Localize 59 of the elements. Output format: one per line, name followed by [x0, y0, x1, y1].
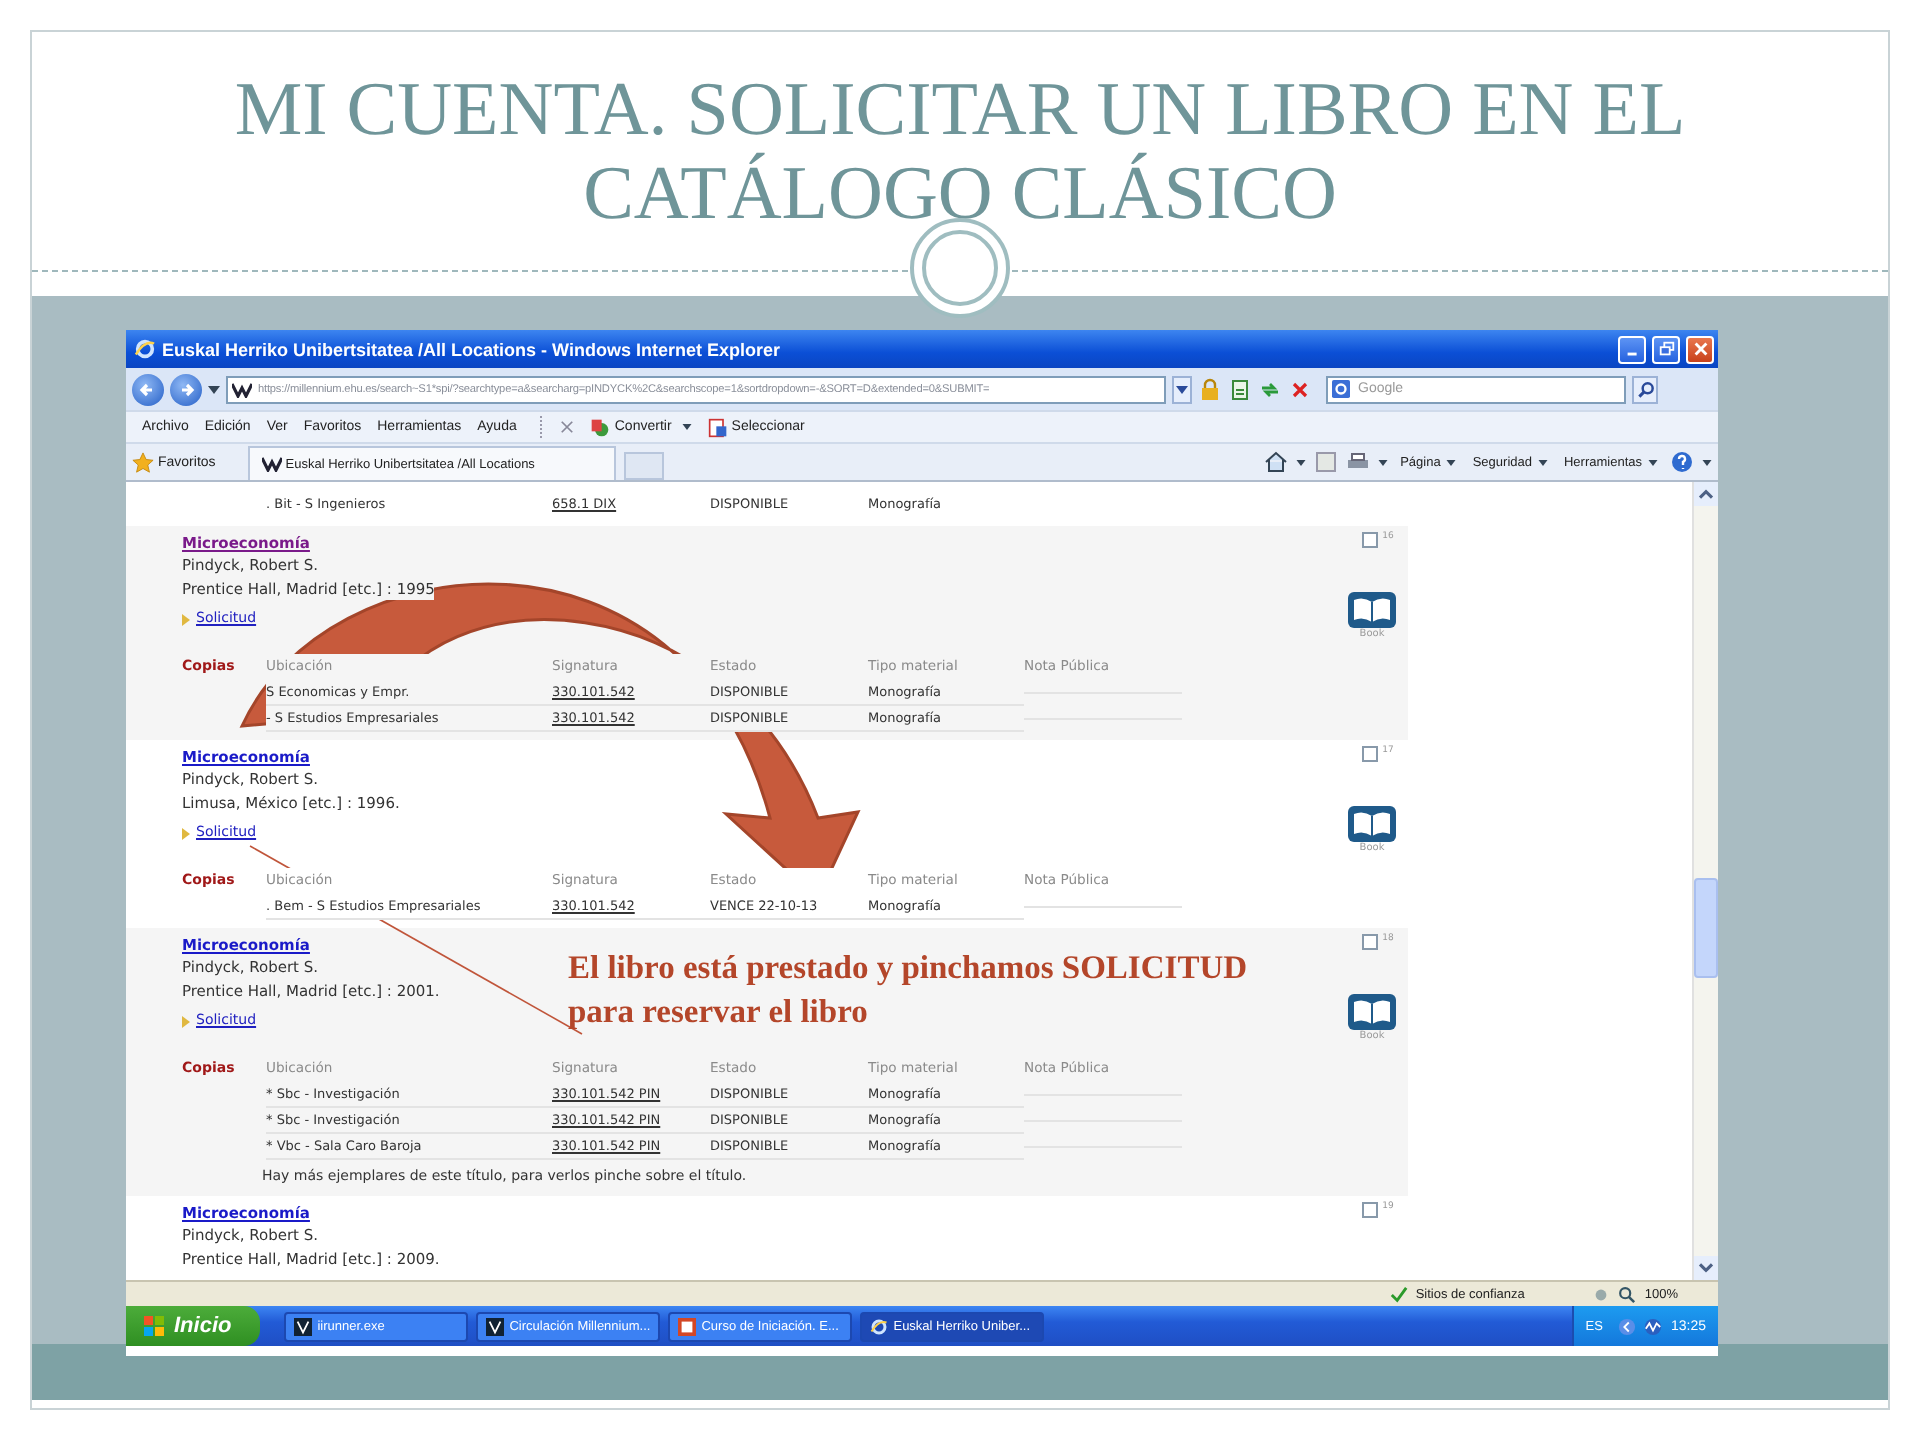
checkbox[interactable]	[1362, 746, 1379, 762]
star-icon	[132, 451, 154, 473]
zoom-icon	[1618, 1285, 1637, 1303]
favicon-icon	[261, 456, 282, 472]
app-icon	[485, 1317, 504, 1335]
book-icon	[1348, 994, 1396, 1030]
check-icon	[1389, 1285, 1408, 1303]
caret-icon	[1537, 459, 1548, 465]
scroll-up-icon[interactable]	[1694, 482, 1718, 506]
print-icon[interactable]	[1346, 450, 1371, 474]
favicon-icon	[232, 381, 252, 397]
checkbox[interactable]	[1362, 532, 1379, 548]
close-icon	[1691, 340, 1709, 358]
triangle-icon	[182, 613, 190, 625]
window-title: Euskal Herriko Unibertsitatea /All Locations - Windows Internet Explorer	[162, 339, 780, 359]
document-globe-icon	[590, 417, 611, 437]
slide-title: MI CUENTA. SOLICITAR UN LIBRO EN EL CATÁLOGO CLÁSICO	[232, 68, 1688, 236]
network-icon[interactable]	[1644, 1317, 1663, 1335]
caret-icon	[681, 424, 692, 430]
callout-text: El libro está prestado y pinchamos SOLICITUD para reservar el libro	[568, 946, 1250, 1034]
browser-logo-icon	[134, 338, 156, 360]
refresh-icon[interactable]	[1258, 377, 1282, 401]
scrollbar-thumb[interactable]	[1694, 878, 1718, 978]
app-icon	[293, 1317, 312, 1335]
help-icon[interactable]	[1670, 450, 1694, 474]
forward-button[interactable]	[170, 373, 202, 405]
caret-icon[interactable]	[1296, 459, 1307, 465]
scrollbar[interactable]	[1692, 482, 1718, 1280]
caret-icon	[1446, 459, 1457, 465]
close-icon[interactable]	[560, 420, 575, 434]
caret-icon[interactable]	[1702, 459, 1712, 465]
search-engine-icon	[1332, 380, 1350, 398]
triangle-icon	[182, 1015, 190, 1027]
document-select-icon	[707, 417, 728, 437]
close-button[interactable]	[1686, 335, 1714, 363]
home-icon[interactable]	[1264, 450, 1289, 474]
restore-button[interactable]	[1652, 335, 1680, 363]
search-button[interactable]	[1632, 375, 1658, 403]
scroll-down-icon[interactable]	[1694, 1256, 1718, 1280]
triangle-icon	[182, 827, 190, 839]
caret-icon	[1176, 385, 1188, 393]
dropdown-button[interactable]	[1172, 375, 1192, 403]
checkbox[interactable]	[1362, 934, 1379, 950]
browser-logo-icon	[869, 1317, 888, 1335]
windows-logo-icon	[142, 1314, 166, 1338]
book-icon	[1348, 592, 1396, 628]
search-icon	[1635, 379, 1655, 399]
restore-icon	[1657, 340, 1675, 358]
stop-icon[interactable]	[1288, 377, 1312, 401]
slides-icon	[677, 1317, 696, 1335]
book-icon	[1348, 806, 1396, 842]
chevron-icon[interactable]	[1618, 1317, 1637, 1335]
checkbox[interactable]	[1362, 1202, 1379, 1218]
minimize-button[interactable]	[1618, 335, 1646, 363]
caret-icon[interactable]	[1378, 459, 1389, 465]
caret-icon[interactable]	[208, 385, 220, 393]
caret-icon	[1648, 459, 1658, 465]
page-icon[interactable]	[1228, 377, 1252, 401]
back-button[interactable]	[132, 373, 164, 405]
